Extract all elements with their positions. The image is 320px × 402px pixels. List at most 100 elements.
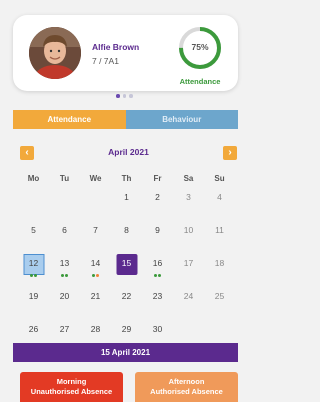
session-dot	[61, 274, 64, 277]
page-indicator[interactable]	[0, 94, 249, 100]
day-number: 9	[155, 225, 160, 235]
calendar-day-4[interactable]: 4	[204, 186, 235, 219]
weekday-label: Fr	[153, 174, 162, 183]
calendar-header: ‹ April 2021 ›	[20, 146, 237, 160]
day-number: 3	[186, 192, 191, 202]
calendar-grid: 1 2 3 4 5 6 7 8 9 10 11 12 13 14 15 16 17 18 19 20 21 22 23 24 2…	[18, 186, 235, 351]
day-number: 14	[90, 258, 101, 268]
calendar-day-21[interactable]: 21	[80, 285, 111, 318]
day-number: 26	[28, 324, 39, 334]
day-number: 17	[183, 258, 194, 268]
calendar-day-23[interactable]: 23	[142, 285, 173, 318]
session-dot	[30, 274, 33, 277]
session-dot	[65, 274, 68, 277]
calendar-day-9[interactable]: 9	[142, 219, 173, 252]
student-avatar	[29, 27, 81, 79]
day-number: 13	[59, 258, 70, 268]
session-status: Authorised Absence	[150, 387, 223, 396]
day-number: 20	[59, 291, 70, 301]
calendar-day-5[interactable]: 5	[18, 219, 49, 252]
day-number: 5	[31, 225, 36, 235]
day-number: 27	[59, 324, 70, 334]
calendar-day-7[interactable]: 7	[80, 219, 111, 252]
calendar-day-14[interactable]: 14	[80, 252, 111, 285]
calendar-day-10[interactable]: 10	[173, 219, 204, 252]
day-number: 18	[214, 258, 225, 268]
session-dot	[96, 274, 99, 277]
session-title: Morning	[56, 377, 87, 386]
session-dot	[154, 274, 157, 277]
calendar-day-16[interactable]: 16	[142, 252, 173, 285]
weekday-label: Sa	[183, 174, 194, 183]
calendar-day-22[interactable]: 22	[111, 285, 142, 318]
calendar-day-15[interactable]: 15	[111, 252, 142, 285]
calendar-day-13[interactable]: 13	[49, 252, 80, 285]
calendar-day-19[interactable]: 19	[18, 285, 49, 318]
day-number: 7	[93, 225, 98, 235]
day-number: 30	[152, 324, 163, 334]
session-markers	[142, 274, 173, 278]
day-number: 12	[28, 258, 39, 268]
day-number: 8	[124, 225, 129, 235]
tab-bar: Attendance Behaviour	[13, 110, 238, 129]
calendar-day-1[interactable]: 1	[111, 186, 142, 219]
calendar-day-12[interactable]: 12	[18, 252, 49, 285]
student-class: 7 / 7A1	[92, 56, 119, 66]
morning-session-card[interactable]: Morning Unauthorised Absence	[20, 372, 123, 402]
day-number: 4	[217, 192, 222, 202]
afternoon-session-card[interactable]: Afternoon Authorised Absence	[135, 372, 238, 402]
weekday-row: Mo Tu We Th Fr Sa Su	[18, 174, 235, 183]
day-number: 23	[152, 291, 163, 301]
weekday-label: Tu	[59, 174, 70, 183]
session-title: Afternoon	[168, 377, 205, 386]
tab-attendance[interactable]: Attendance	[13, 110, 126, 129]
session-dot	[158, 274, 161, 277]
day-number: 29	[121, 324, 132, 334]
day-number: 10	[183, 225, 194, 235]
attendance-percent: 75%	[191, 42, 209, 52]
calendar-day-17[interactable]: 17	[173, 252, 204, 285]
student-card[interactable]: Alfie Brown 7 / 7A1 75% Attendance	[13, 15, 238, 91]
calendar-day-25[interactable]: 25	[204, 285, 235, 318]
tab-behaviour[interactable]: Behaviour	[125, 110, 238, 129]
day-number: 22	[121, 291, 132, 301]
weekday-label: Mo	[27, 174, 40, 183]
day-number: 21	[90, 291, 101, 301]
calendar-empty-cell	[49, 186, 80, 219]
day-number: 1	[124, 192, 129, 202]
session-markers	[80, 274, 111, 278]
page-dot[interactable]	[122, 94, 127, 98]
weekday-label: Su	[214, 174, 225, 183]
page-dot[interactable]	[129, 94, 133, 98]
day-number: 6	[62, 225, 67, 235]
calendar-day-18[interactable]: 18	[204, 252, 235, 285]
calendar-day-20[interactable]: 20	[49, 285, 80, 318]
weekday-label: We	[89, 174, 102, 183]
day-number: 24	[183, 291, 194, 301]
calendar-day-24[interactable]: 24	[173, 285, 204, 318]
day-number: 2	[155, 192, 160, 202]
day-number: 25	[214, 291, 225, 301]
student-name: Alfie Brown	[92, 42, 140, 52]
calendar-day-11[interactable]: 11	[204, 219, 235, 252]
session-dot	[92, 274, 95, 277]
calendar-day-3[interactable]: 3	[173, 186, 204, 219]
weekday-label: Th	[121, 174, 132, 183]
day-number: 11	[215, 225, 224, 235]
session-status: Unauthorised Absence	[30, 387, 113, 396]
session-markers	[49, 274, 80, 278]
day-number: 15	[121, 258, 132, 268]
day-number: 28	[90, 324, 101, 334]
calendar-day-2[interactable]: 2	[142, 186, 173, 219]
page-dot[interactable]	[116, 94, 120, 98]
day-number: 19	[28, 291, 39, 301]
calendar-empty-cell	[80, 186, 111, 219]
session-markers	[18, 274, 49, 278]
calendar-empty-cell	[18, 186, 49, 219]
chevron-right-icon[interactable]: ›	[223, 146, 237, 160]
calendar-day-8[interactable]: 8	[111, 219, 142, 252]
selected-date-bar: 15 April 2021	[13, 343, 238, 362]
month-label: April 2021	[108, 147, 149, 157]
calendar-day-6[interactable]: 6	[49, 219, 80, 252]
day-number: 16	[152, 258, 163, 268]
